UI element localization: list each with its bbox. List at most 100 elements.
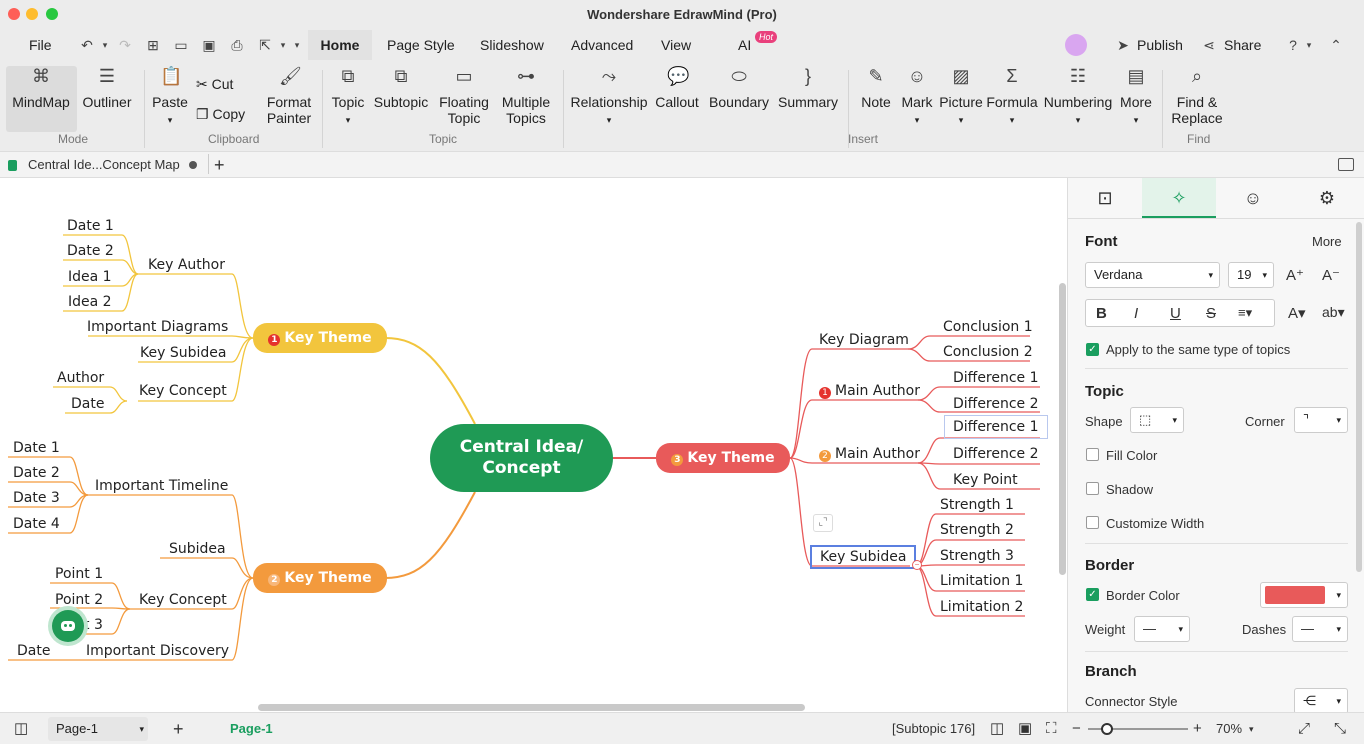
horizontal-scrollbar[interactable] bbox=[258, 704, 805, 711]
tab-theme[interactable]: ⚙ bbox=[1290, 178, 1364, 218]
more-insert-button[interactable]: ▤ More ▾ bbox=[1116, 66, 1156, 128]
topic-difference-1b[interactable]: Difference 1 bbox=[944, 415, 1048, 439]
note-button[interactable]: ✎ Note bbox=[856, 66, 896, 110]
topic-difference-2b[interactable]: Difference 2 bbox=[953, 445, 1039, 463]
fit-page-icon[interactable]: ▣ bbox=[1018, 713, 1032, 745]
fill-color-checkbox[interactable] bbox=[1086, 448, 1099, 461]
save-icon[interactable]: ▣ bbox=[200, 36, 218, 54]
subtopic-button[interactable]: ⧉ Subtopic bbox=[370, 66, 432, 110]
shape-select[interactable]: ⬚ ▾ bbox=[1130, 407, 1184, 433]
tab-icons[interactable]: ☺ bbox=[1216, 178, 1290, 218]
formula-button[interactable]: Σ Formula ▾ bbox=[986, 66, 1038, 128]
print-icon[interactable]: ⎙ bbox=[228, 36, 246, 54]
font-more-link[interactable]: More bbox=[1312, 234, 1342, 249]
topic-point-3[interactable]: t 3 bbox=[84, 616, 103, 634]
topic-key-concept-2[interactable]: Key Concept bbox=[139, 591, 227, 609]
topic-important-timeline[interactable]: Important Timeline bbox=[95, 477, 228, 495]
zoom-level[interactable]: 70% bbox=[1216, 713, 1242, 745]
topic-strength-3[interactable]: Strength 3 bbox=[940, 547, 1014, 565]
topic-conclusion-1[interactable]: Conclusion 1 bbox=[943, 318, 1033, 336]
topic-main-author-2[interactable]: 2 Main Author bbox=[819, 445, 920, 463]
corner-select[interactable]: ⌝ ▾ bbox=[1294, 407, 1348, 433]
topic-strength-1[interactable]: Strength 1 bbox=[940, 496, 1014, 514]
topic-key-concept[interactable]: Key Concept bbox=[139, 382, 227, 400]
topic-timeline-date-4[interactable]: Date 4 bbox=[13, 515, 60, 533]
picture-button[interactable]: ▨ Picture ▾ bbox=[938, 66, 984, 128]
zoom-in-icon[interactable]: + bbox=[1193, 713, 1202, 745]
panel-scrollbar[interactable] bbox=[1356, 222, 1362, 572]
topic-discovery-date[interactable]: Date bbox=[17, 642, 50, 660]
central-topic[interactable]: Central Idea/Concept bbox=[430, 424, 613, 492]
topic-key-point[interactable]: Key Point bbox=[953, 471, 1018, 489]
tab-home[interactable]: Home bbox=[308, 30, 372, 60]
collapse-ribbon-icon[interactable]: ⌃ bbox=[1327, 36, 1345, 54]
decrease-font-icon[interactable]: A⁻ bbox=[1322, 266, 1340, 284]
border-color-select[interactable]: ▾ bbox=[1260, 582, 1348, 608]
new-tab-icon[interactable]: + bbox=[214, 152, 225, 178]
assistant-bot-icon[interactable] bbox=[52, 610, 84, 642]
apply-same-checkbox[interactable]: ✓ bbox=[1086, 343, 1099, 356]
share-button[interactable]: Share bbox=[1224, 30, 1261, 60]
toggle-panel-icon[interactable] bbox=[1338, 158, 1354, 171]
undo-icon[interactable]: ↶ bbox=[78, 36, 96, 54]
document-tab-name[interactable]: Central Ide...Concept Map bbox=[28, 152, 180, 178]
expand-icon[interactable]: ⤡ bbox=[1334, 713, 1346, 745]
topic-strength-2[interactable]: Strength 2 bbox=[940, 521, 1014, 539]
tab-view[interactable]: View bbox=[661, 30, 691, 60]
topic-limitation-2[interactable]: Limitation 2 bbox=[940, 598, 1023, 616]
sidebar-toggle-icon[interactable]: ◫ bbox=[14, 713, 28, 745]
border-color-checkbox[interactable]: ✓ bbox=[1086, 588, 1099, 601]
zoom-window-button[interactable] bbox=[46, 8, 58, 20]
italic-icon[interactable]: I bbox=[1134, 305, 1138, 322]
zoom-slider-handle[interactable] bbox=[1101, 723, 1113, 735]
floating-topic-button[interactable]: ▭ Floating Topic bbox=[436, 66, 492, 126]
page-tab[interactable]: Page-1 bbox=[230, 713, 273, 745]
topic-key-author[interactable]: Key Author bbox=[148, 256, 225, 274]
align-icon[interactable]: ≡▾ bbox=[1238, 305, 1252, 321]
summary-button[interactable]: } Summary bbox=[776, 66, 840, 110]
tab-page-style[interactable]: Page Style bbox=[387, 30, 455, 60]
publish-button[interactable]: Publish bbox=[1137, 30, 1183, 60]
weight-select[interactable]: — ▾ bbox=[1134, 616, 1190, 642]
file-menu[interactable]: File bbox=[29, 30, 52, 60]
add-topic-handle-icon[interactable]: ⌞⌝ bbox=[813, 514, 833, 532]
dashes-select[interactable]: — ▾ bbox=[1292, 616, 1348, 642]
customize-width-checkbox[interactable] bbox=[1086, 516, 1099, 529]
collapse-branch-icon[interactable]: − bbox=[912, 560, 922, 570]
strikethrough-icon[interactable]: S bbox=[1206, 305, 1216, 322]
topic-date-1[interactable]: Date 1 bbox=[67, 217, 114, 235]
topic-date[interactable]: Date bbox=[71, 395, 104, 413]
mindmap-canvas[interactable]: Central Idea/Concept 1 Key Theme 2 Key The… bbox=[0, 178, 1067, 712]
open-folder-icon[interactable]: ▭ bbox=[172, 36, 190, 54]
mark-button[interactable]: ☺ Mark ▾ bbox=[898, 66, 936, 128]
key-theme-3[interactable]: 3 Key Theme bbox=[656, 443, 790, 473]
boundary-button[interactable]: ⬭ Boundary bbox=[706, 66, 772, 110]
minimize-window-button[interactable] bbox=[26, 8, 38, 20]
add-page-icon[interactable]: + bbox=[173, 713, 184, 745]
topic-key-subidea-selected[interactable]: Key Subidea bbox=[810, 545, 917, 569]
topic-key-diagram[interactable]: Key Diagram bbox=[819, 331, 909, 349]
mindmap-button[interactable]: ⌘ MindMap bbox=[8, 66, 74, 110]
topic-point-2[interactable]: Point 2 bbox=[55, 591, 103, 609]
find-replace-button[interactable]: ⌕ Find & Replace bbox=[1168, 66, 1226, 126]
tab-advanced[interactable]: Advanced bbox=[571, 30, 633, 60]
increase-font-icon[interactable]: A⁺ bbox=[1286, 266, 1304, 284]
topic-timeline-date-1[interactable]: Date 1 bbox=[13, 439, 60, 457]
redo-icon[interactable]: ↷ bbox=[116, 36, 134, 54]
topic-difference-1[interactable]: Difference 1 bbox=[953, 369, 1039, 387]
copy-button[interactable]: ❐ Copy bbox=[196, 106, 245, 122]
zoom-out-icon[interactable]: − bbox=[1072, 713, 1081, 745]
cut-button[interactable]: ✂ Cut bbox=[196, 76, 233, 92]
vertical-scrollbar[interactable] bbox=[1059, 283, 1066, 575]
connector-style-select[interactable]: ⋲ ▾ bbox=[1294, 688, 1348, 712]
topic-timeline-date-3[interactable]: Date 3 bbox=[13, 489, 60, 507]
relationship-button[interactable]: ⤳ Relationship ▾ bbox=[568, 66, 650, 128]
unsaved-dot-icon[interactable] bbox=[189, 161, 197, 169]
close-window-button[interactable] bbox=[8, 8, 20, 20]
new-file-icon[interactable]: ⊞ bbox=[144, 36, 162, 54]
paste-button[interactable]: 📋 Paste ▾ bbox=[150, 66, 190, 128]
topic-important-discovery[interactable]: Important Discovery bbox=[86, 642, 229, 660]
bold-icon[interactable]: B bbox=[1096, 305, 1107, 322]
fit-window-icon[interactable]: ⤢ bbox=[1298, 713, 1310, 745]
topic-point-1[interactable]: Point 1 bbox=[55, 565, 103, 583]
